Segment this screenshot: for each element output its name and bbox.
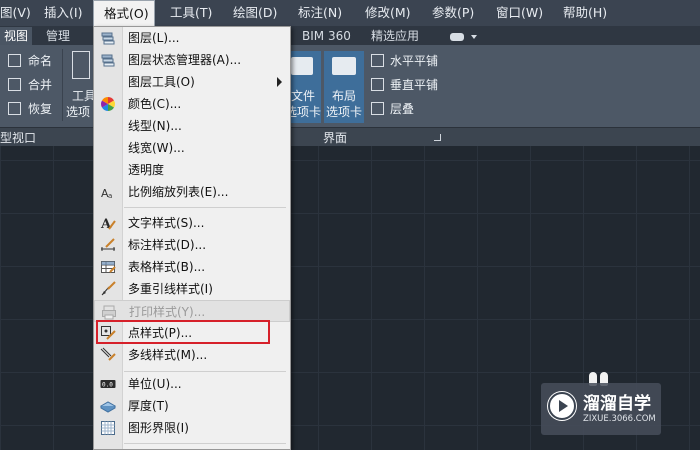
menu-item-multiline-style[interactable]: 多线样式(M)... bbox=[94, 344, 290, 366]
layout-tabs-icon bbox=[332, 57, 356, 75]
table-style-icon bbox=[101, 261, 116, 273]
watermark-badge: 溜溜自学 ZIXUE.3066.COM bbox=[541, 383, 661, 435]
layout-tabs-label-2: 选项卡 bbox=[326, 105, 363, 119]
menu-item-label: 文字样式(S)... bbox=[128, 216, 205, 230]
layers-icon bbox=[101, 32, 115, 45]
toolbars-icon bbox=[72, 51, 90, 79]
tab-view[interactable]: 视图 bbox=[0, 27, 33, 45]
ribbon-restore-label[interactable]: 恢复 bbox=[28, 100, 52, 117]
menu-item-label: 线型(N)... bbox=[128, 119, 182, 133]
watermark-title: 溜溜自学 bbox=[583, 394, 651, 414]
named-viewports-icon bbox=[8, 54, 21, 67]
menu-item-label: 多线样式(M)... bbox=[128, 348, 208, 362]
ribbon-tools-label-2[interactable]: 选项 bbox=[66, 103, 90, 120]
menu-item-label: 厚度(T) bbox=[128, 399, 169, 413]
menu-item-linetype[interactable]: 线型(N)... bbox=[94, 115, 290, 137]
panel-launcher-icon[interactable] bbox=[434, 134, 441, 141]
chevron-down-icon bbox=[470, 34, 477, 39]
merge-viewports-icon bbox=[8, 78, 21, 91]
menu-item-print-style: 打印样式(Y)... bbox=[94, 300, 290, 322]
cascade-icon bbox=[371, 102, 384, 115]
watermark-play-icon bbox=[547, 391, 577, 421]
menu-window[interactable]: 窗口(W) bbox=[496, 0, 543, 26]
menu-item-lineweight[interactable]: 线宽(W)... bbox=[94, 137, 290, 159]
ribbon-merge-label[interactable]: 合并 bbox=[28, 76, 52, 93]
menu-insert[interactable]: 插入(I) bbox=[44, 0, 82, 26]
ribbon-options-dropdown[interactable] bbox=[450, 27, 477, 45]
tab-manage[interactable]: 管理 bbox=[46, 27, 70, 45]
tab-featured-apps[interactable]: 精选应用 bbox=[371, 27, 419, 45]
menu-format[interactable]: 格式(O) bbox=[93, 0, 155, 26]
menu-item-units[interactable]: 0.0 单位(U)... bbox=[94, 373, 290, 395]
print-style-icon bbox=[102, 305, 116, 320]
tile-vertical-icon bbox=[371, 78, 384, 91]
scale-list-icon: Aa bbox=[101, 187, 112, 200]
menu-item-label: 表格样式(B)... bbox=[128, 260, 206, 274]
watermark-url: ZIXUE.3066.COM bbox=[583, 414, 656, 424]
menu-help[interactable]: 帮助(H) bbox=[563, 0, 607, 26]
menu-item-layer-tools[interactable]: 图层工具(O) bbox=[94, 71, 290, 93]
ribbon-options-icon bbox=[450, 32, 464, 41]
menu-tools[interactable]: 工具(T) bbox=[170, 0, 212, 26]
menu-item-label: 线宽(W)... bbox=[128, 141, 185, 155]
multileader-style-icon bbox=[101, 281, 116, 296]
svg-text:a: a bbox=[108, 192, 112, 200]
menu-item-dimension-style[interactable]: 标注样式(D)... bbox=[94, 234, 290, 256]
menu-dimension[interactable]: 标注(N) bbox=[298, 0, 342, 26]
tile-horizontal-label[interactable]: 水平平铺 bbox=[390, 52, 438, 69]
menu-item-label: 图层状态管理器(A)... bbox=[128, 53, 242, 67]
highlight-box bbox=[96, 320, 270, 344]
thickness-icon bbox=[100, 401, 116, 413]
menu-item-label: 图层(L)... bbox=[128, 31, 180, 45]
layout-tabs-button[interactable]: 布局 选项卡 bbox=[324, 51, 364, 123]
menu-draw[interactable]: 绘图(D) bbox=[233, 0, 277, 26]
menu-item-multileader-style[interactable]: 多重引线样式(I) bbox=[94, 278, 290, 300]
layer-state-icon bbox=[101, 54, 115, 67]
panel-label-viewports: 型视口 bbox=[0, 131, 37, 145]
menu-item-label: 多重引线样式(I) bbox=[128, 282, 213, 296]
menu-item-table-style[interactable]: 表格样式(B)... bbox=[94, 256, 290, 278]
menu-item-label: 图层工具(O) bbox=[128, 75, 195, 89]
menu-item-layer[interactable]: 图层(L)... bbox=[94, 27, 290, 49]
menu-item-label: 图形界限(I) bbox=[128, 421, 189, 435]
menu-item-scale-list[interactable]: Aa 比例缩放列表(E)... bbox=[94, 181, 290, 203]
layout-tabs-label-1: 布局 bbox=[332, 89, 357, 103]
color-wheel-icon bbox=[101, 97, 115, 111]
menu-bar: 图(V) 插入(I) 格式(O) 工具(T) 绘图(D) 标注(N) 修改(M)… bbox=[0, 0, 700, 27]
tab-bim360[interactable]: BIM 360 bbox=[302, 27, 351, 45]
menu-item-label: 颜色(C)... bbox=[128, 97, 182, 111]
file-tabs-label-1: 文件 bbox=[291, 89, 316, 103]
file-tabs-icon bbox=[291, 57, 313, 75]
submenu-arrow-icon bbox=[277, 77, 282, 87]
svg-text:0.0: 0.0 bbox=[102, 382, 113, 389]
menu-item-thickness[interactable]: 厚度(T) bbox=[94, 395, 290, 417]
dimension-style-icon bbox=[101, 238, 115, 251]
units-icon: 0.0 bbox=[100, 380, 116, 389]
text-style-icon: A bbox=[100, 217, 116, 231]
menu-item-label: 单位(U)... bbox=[128, 377, 182, 391]
menu-parameters[interactable]: 参数(P) bbox=[432, 0, 474, 26]
ribbon-named-label[interactable]: 命名 bbox=[28, 52, 52, 69]
tile-vertical-label[interactable]: 垂直平铺 bbox=[390, 76, 438, 93]
menu-item-transparency[interactable]: 透明度 bbox=[94, 159, 290, 181]
cascade-label[interactable]: 层叠 bbox=[390, 100, 414, 117]
menu-separator bbox=[124, 371, 286, 372]
menu-item-label: 标注样式(D)... bbox=[128, 238, 207, 252]
drawing-limits-icon bbox=[101, 421, 115, 435]
menu-item-layer-state-manager[interactable]: 图层状态管理器(A)... bbox=[94, 49, 290, 71]
panel-label-interface: 界面 bbox=[323, 131, 348, 145]
multiline-style-icon bbox=[100, 347, 116, 361]
menu-separator bbox=[124, 207, 286, 208]
menu-item-drawing-limits[interactable]: 图形界限(I) bbox=[94, 417, 290, 439]
menu-item-text-style[interactable]: A 文字样式(S)... bbox=[94, 212, 290, 234]
menu-item-color[interactable]: 颜色(C)... bbox=[94, 93, 290, 115]
menu-item-label: 比例缩放列表(E)... bbox=[128, 185, 229, 199]
menu-view[interactable]: 图(V) bbox=[0, 0, 31, 26]
restore-viewports-icon bbox=[8, 102, 21, 115]
menu-item-label: 透明度 bbox=[128, 163, 165, 177]
menu-modify[interactable]: 修改(M) bbox=[365, 0, 411, 26]
tile-horizontal-icon bbox=[371, 54, 384, 67]
menu-separator bbox=[124, 443, 286, 444]
format-menu: 图层(L)... 图层状态管理器(A)... 图层工具(O) 颜色(C)... … bbox=[93, 26, 291, 450]
